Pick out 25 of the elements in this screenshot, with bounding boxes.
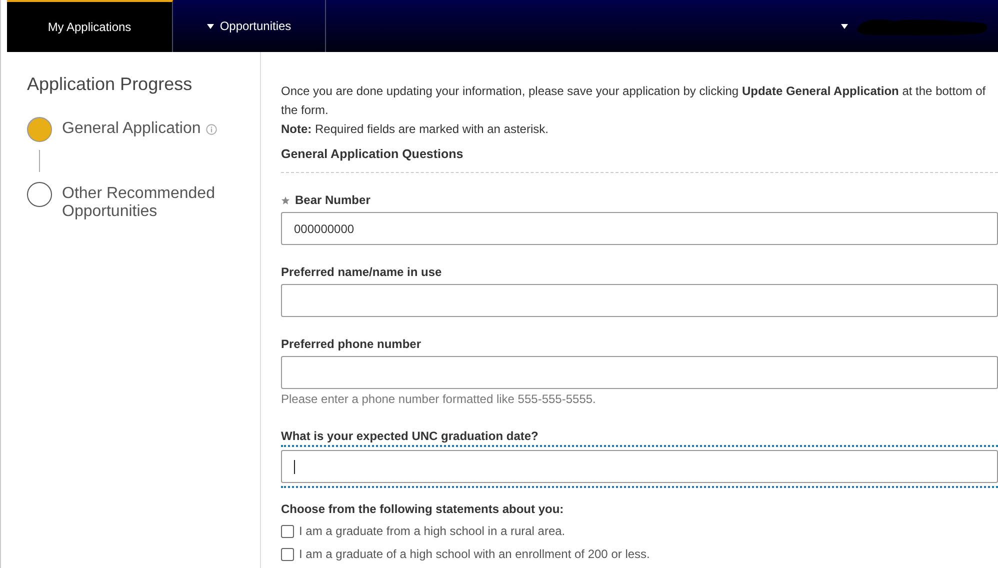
option-label[interactable]: I am a graduate from a high school in a rural area. bbox=[299, 523, 566, 539]
input-field[interactable] bbox=[281, 356, 998, 389]
input-field[interactable]: 000000000 bbox=[281, 212, 998, 245]
nav-tab[interactable]: My Applications bbox=[7, 0, 173, 52]
step-label[interactable]: General Application bbox=[62, 120, 201, 138]
field-label: Preferred name/name in use bbox=[281, 265, 442, 279]
instructions-text: Once you are done updating your information, please save your application by clicking Update General Application at the bottom of the form. bbox=[281, 83, 987, 119]
help-text: Please enter a phone number formatted like 555-555-5555. bbox=[281, 393, 597, 406]
input-field[interactable] bbox=[281, 284, 998, 317]
input-field[interactable] bbox=[281, 450, 998, 483]
caret-icon[interactable] bbox=[841, 24, 848, 28]
question-label: Choose from the following statements about you: bbox=[281, 502, 565, 516]
checkbox[interactable] bbox=[281, 524, 294, 538]
note-text: Note: Required fields are marked with an asterisk. bbox=[281, 121, 550, 138]
field-label: What is your expected UNC graduation date? bbox=[281, 429, 538, 443]
required-icon bbox=[281, 196, 290, 204]
checkbox[interactable] bbox=[281, 548, 294, 560]
field-label: Preferred phone number bbox=[281, 337, 422, 351]
section-heading: General Application Questions bbox=[281, 147, 998, 173]
option-label[interactable]: I am a graduate of a high school with an enrollment of 200 or less. bbox=[299, 546, 650, 562]
step-label[interactable]: Other Recommended Opportunities bbox=[62, 185, 240, 221]
info-icon[interactable] bbox=[206, 124, 217, 134]
field-label: Bear Number bbox=[295, 193, 370, 207]
panel-title: Application Progress bbox=[27, 74, 194, 95]
nav-tab[interactable]: Opportunities bbox=[173, 0, 326, 52]
